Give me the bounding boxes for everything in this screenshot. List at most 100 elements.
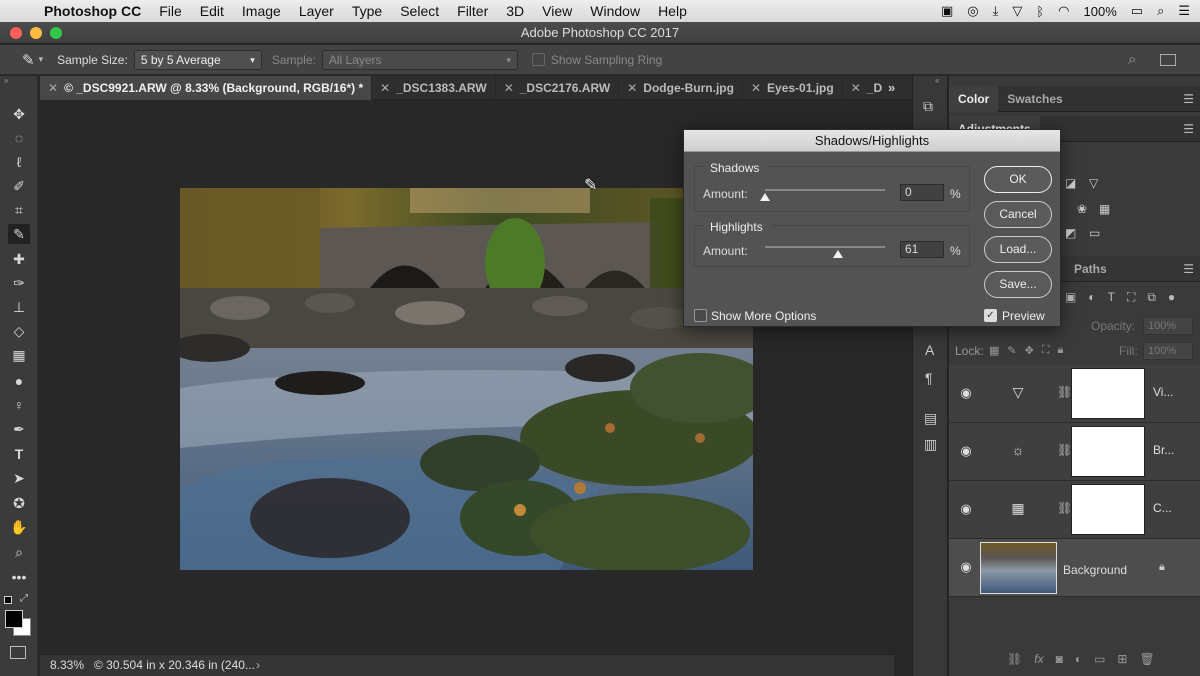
- menu-app-name[interactable]: Photoshop CC: [44, 3, 141, 19]
- color-balance-icon[interactable]: ❀: [1077, 202, 1087, 216]
- cancel-button[interactable]: Cancel: [984, 201, 1052, 228]
- close-icon[interactable]: ✕: [851, 81, 861, 95]
- fx-icon[interactable]: fx: [1034, 652, 1043, 666]
- layer-name[interactable]: C...: [1153, 501, 1172, 515]
- swap-colors-icon[interactable]: ⤢: [20, 593, 28, 604]
- menu-help[interactable]: Help: [658, 3, 687, 19]
- chevron-down-icon[interactable]: ▾: [39, 54, 44, 65]
- fill-field[interactable]: 100%: [1143, 342, 1193, 360]
- panel-menu-icon[interactable]: ☰: [1183, 116, 1194, 141]
- bluetooth-icon[interactable]: ᛒ: [1036, 4, 1044, 19]
- screen-record-icon[interactable]: ▣: [941, 3, 953, 19]
- menu-select[interactable]: Select: [400, 3, 439, 19]
- collapse-icon[interactable]: «: [935, 76, 939, 85]
- tab-dsc2176[interactable]: ✕ _DSC2176.ARW: [496, 76, 620, 100]
- properties-icon[interactable]: ▤: [924, 410, 937, 427]
- history-icon[interactable]: ⧉: [923, 98, 933, 115]
- menu-type[interactable]: Type: [352, 3, 382, 19]
- menu-view[interactable]: View: [542, 3, 572, 19]
- eyedropper-preset-icon[interactable]: ✎: [22, 51, 35, 69]
- layer-row-brightness[interactable]: ◉ ☼ ⛓ Br...: [949, 423, 1200, 481]
- panel-menu-icon[interactable]: ☰: [1183, 86, 1194, 111]
- blur-tool-icon[interactable]: ●: [8, 371, 30, 391]
- opacity-field[interactable]: 100%: [1143, 317, 1193, 335]
- menu-window[interactable]: Window: [590, 3, 640, 19]
- lock-artboard-icon[interactable]: ⛶: [1042, 344, 1050, 357]
- invert-icon[interactable]: ◩: [1065, 226, 1076, 240]
- trash-icon[interactable]: 🗑︎: [1139, 652, 1154, 666]
- preview-label[interactable]: Preview: [1002, 309, 1045, 323]
- menu-filter[interactable]: Filter: [457, 3, 488, 19]
- quick-mask-icon[interactable]: [10, 646, 26, 659]
- layer-mask-thumbnail[interactable]: [1071, 484, 1145, 535]
- highlights-amount-field[interactable]: 61: [900, 241, 944, 258]
- new-group-icon[interactable]: ▭: [1094, 652, 1105, 666]
- search-icon[interactable]: ⌕: [1128, 51, 1136, 68]
- photo-thumbnail[interactable]: [980, 542, 1057, 594]
- close-icon[interactable]: ✕: [751, 81, 761, 95]
- dodge-tool-icon[interactable]: ♀: [8, 395, 30, 415]
- type-tool-icon[interactable]: T: [8, 444, 30, 464]
- eraser-tool-icon[interactable]: ◇: [8, 321, 30, 341]
- tab-dodge-burn[interactable]: ✕ Dodge-Burn.jpg: [619, 76, 743, 100]
- default-colors-icon[interactable]: [4, 596, 12, 604]
- type-filter-icon[interactable]: T: [1108, 290, 1115, 305]
- chevron-right-icon[interactable]: ›: [256, 655, 260, 676]
- close-icon[interactable]: ✕: [380, 81, 390, 95]
- add-mask-icon[interactable]: ◙: [1056, 652, 1063, 666]
- layer-name[interactable]: Background: [1063, 563, 1127, 577]
- show-sampling-ring-checkbox[interactable]: [531, 53, 545, 66]
- menu-image[interactable]: Image: [242, 3, 281, 19]
- close-icon[interactable]: ✕: [48, 81, 58, 95]
- eyedropper-tool-icon[interactable]: ✎: [8, 224, 30, 244]
- workspace-icon[interactable]: [1160, 53, 1176, 66]
- menu-edit[interactable]: Edit: [200, 3, 224, 19]
- clone-stamp-tool-icon[interactable]: ⊥: [8, 297, 30, 317]
- close-icon[interactable]: ✕: [504, 81, 514, 95]
- tab-dsc1383[interactable]: ✕ _DSC1383.ARW: [372, 76, 496, 100]
- save-button[interactable]: Save...: [984, 271, 1052, 298]
- filter-toggle-icon[interactable]: ●: [1168, 290, 1175, 305]
- tab-overflow-d[interactable]: ✕ _D: [843, 76, 887, 100]
- lock-paint-icon[interactable]: ✎: [1007, 344, 1016, 357]
- lock-position-icon[interactable]: ✥: [1025, 344, 1034, 357]
- shape-filter-icon[interactable]: ⛶: [1127, 290, 1135, 305]
- channel-mixer-icon[interactable]: ▦: [1099, 202, 1110, 216]
- link-layers-icon[interactable]: ⛓: [1007, 652, 1022, 666]
- brush-tool-icon[interactable]: ✑: [8, 273, 30, 293]
- airplay-icon[interactable]: ▽: [1012, 3, 1022, 19]
- wifi-icon[interactable]: ◠: [1058, 3, 1069, 19]
- link-chain-icon[interactable]: ⛓: [1057, 443, 1072, 457]
- vibrance-adjustment-icon[interactable]: ▽: [1089, 176, 1098, 190]
- spotlight-search-icon[interactable]: ⌕: [1157, 3, 1164, 19]
- healing-tool-icon[interactable]: ✚: [8, 249, 30, 269]
- adjustment-filter-icon[interactable]: ◐: [1088, 290, 1095, 305]
- tab-color[interactable]: Color: [949, 86, 999, 112]
- notes-icon[interactable]: ▥: [924, 436, 937, 453]
- tab-swatches[interactable]: Swatches: [998, 86, 1071, 112]
- tab-dsc9921[interactable]: ✕ © _DSC9921.ARW @ 8.33% (Background, RGB…: [40, 76, 373, 100]
- creative-cloud-icon[interactable]: ◎: [967, 3, 978, 19]
- zoom-tool-icon[interactable]: ⌕: [8, 542, 30, 562]
- layer-mask-thumbnail[interactable]: [1071, 368, 1145, 419]
- notification-center-icon[interactable]: ☰: [1178, 3, 1190, 19]
- show-more-options-label[interactable]: Show More Options: [711, 309, 816, 323]
- close-icon[interactable]: ✕: [627, 81, 637, 95]
- layer-row-background[interactable]: ◉ Background 🔒︎: [949, 539, 1200, 597]
- levels-adjustment-icon[interactable]: ◪: [1065, 176, 1076, 190]
- layer-name[interactable]: Br...: [1153, 443, 1174, 457]
- smart-object-filter-icon[interactable]: ⧉: [1147, 290, 1156, 305]
- adjustment-layer-icon[interactable]: ◐: [1075, 652, 1082, 666]
- pen-tool-icon[interactable]: ✒: [8, 419, 30, 439]
- lock-all-icon[interactable]: 🔒︎: [1058, 344, 1064, 357]
- show-more-options-checkbox[interactable]: [694, 309, 707, 322]
- layer-name[interactable]: Vi...: [1153, 385, 1173, 399]
- new-layer-icon[interactable]: ⊞: [1117, 652, 1127, 666]
- preview-checkbox[interactable]: ✓: [984, 309, 997, 322]
- minimize-window-button[interactable]: [30, 27, 42, 39]
- gradient-tool-icon[interactable]: ▦: [8, 345, 30, 365]
- battery-icon[interactable]: ▭: [1131, 3, 1143, 19]
- lasso-tool-icon[interactable]: ℓ: [8, 152, 30, 172]
- sample-size-select[interactable]: 5 by 5 Average ▾: [133, 49, 262, 70]
- menu-layer[interactable]: Layer: [299, 3, 334, 19]
